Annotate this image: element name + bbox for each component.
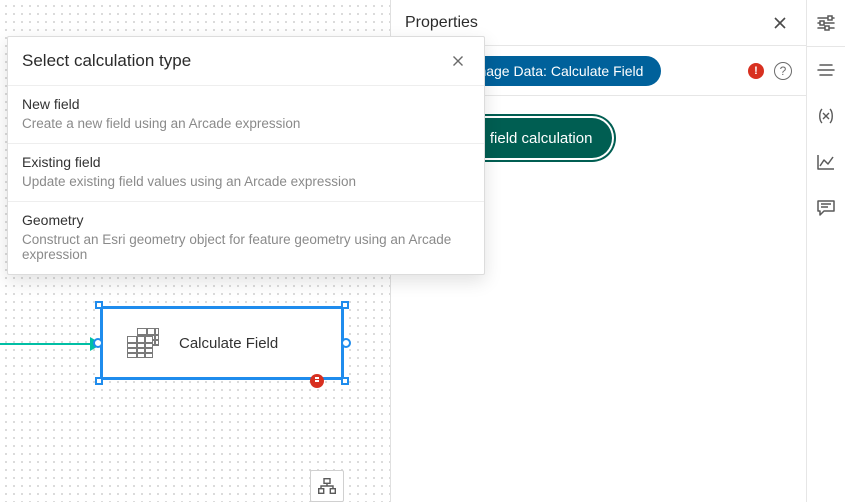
node-body[interactable]: Calculate Field [100, 306, 344, 380]
resize-handle-tl[interactable] [95, 301, 103, 309]
edge-line [0, 343, 95, 345]
rail-settings-lines[interactable] [807, 47, 845, 93]
resize-handle-br[interactable] [341, 377, 349, 385]
popover-close-button[interactable] [446, 49, 470, 73]
app-root: Calculate Field Properties [0, 0, 845, 502]
option-title: New field [22, 96, 470, 112]
rail-chart[interactable] [807, 139, 845, 185]
comment-icon [817, 200, 835, 216]
close-properties-button[interactable] [768, 11, 792, 35]
node-calculate-field[interactable]: Calculate Field [100, 306, 344, 380]
right-rail [806, 0, 845, 502]
rail-variables[interactable] [807, 93, 845, 139]
option-title: Geometry [22, 212, 470, 228]
hierarchy-icon [318, 478, 336, 494]
option-geometry[interactable]: Geometry Construct an Esri geometry obje… [8, 202, 484, 274]
popover-header: Select calculation type [8, 37, 484, 85]
close-icon [452, 55, 464, 67]
resize-handle-tr[interactable] [341, 301, 349, 309]
node-port-in[interactable] [93, 338, 103, 348]
rail-sliders[interactable] [807, 0, 845, 46]
properties-title: Properties [405, 14, 768, 32]
node-label: Calculate Field [179, 335, 278, 352]
settings-lines-icon [817, 63, 835, 77]
help-button[interactable]: ? [774, 62, 792, 80]
resize-handle-bl[interactable] [95, 377, 103, 385]
variables-icon [817, 108, 835, 124]
error-indicator[interactable] [748, 63, 764, 79]
node-port-out[interactable] [341, 338, 351, 348]
option-title: Existing field [22, 154, 470, 170]
chart-line-icon [817, 154, 835, 170]
option-desc: Create a new field using an Arcade expre… [22, 116, 470, 131]
option-desc: Update existing field values using an Ar… [22, 174, 470, 189]
node-error-badge[interactable] [310, 374, 324, 388]
sliders-icon [817, 15, 835, 31]
rail-comment[interactable] [807, 185, 845, 231]
tool-pill-label: Manage Data: Calculate Field [459, 63, 643, 79]
popover-options: New field Create a new field using an Ar… [8, 85, 484, 274]
close-icon [773, 16, 787, 30]
hierarchy-button[interactable] [310, 470, 344, 502]
popover-title: Select calculation type [22, 51, 446, 71]
option-existing-field[interactable]: Existing field Update existing field val… [8, 144, 484, 202]
option-new-field[interactable]: New field Create a new field using an Ar… [8, 86, 484, 144]
table-stack-icon [127, 328, 161, 358]
option-desc: Construct an Esri geometry object for fe… [22, 232, 470, 262]
select-calculation-popover: Select calculation type New field Create… [7, 36, 485, 275]
